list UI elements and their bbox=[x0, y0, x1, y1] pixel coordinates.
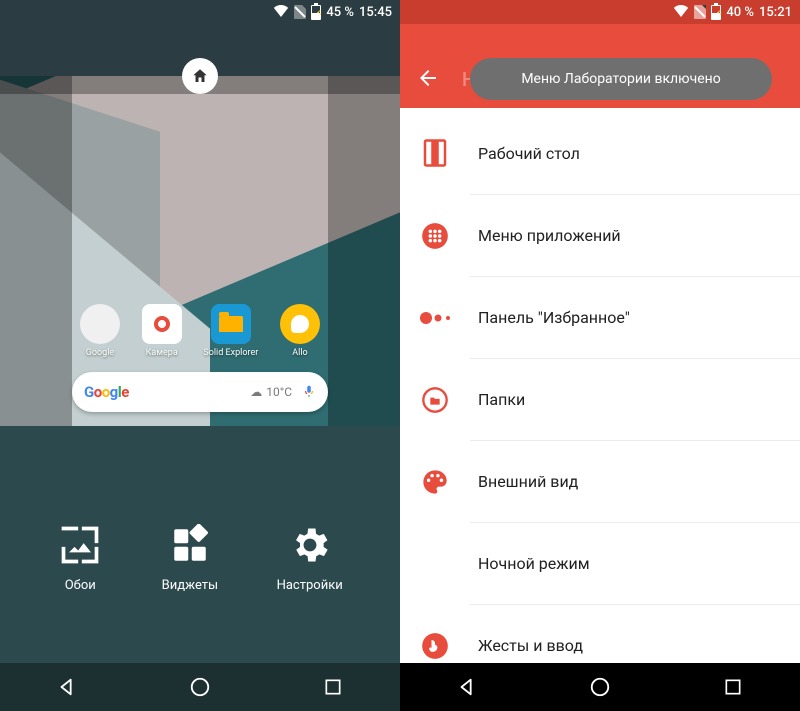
settings-item-label: Внешний вид bbox=[478, 472, 578, 491]
toast-message: Меню Лаборатории включено bbox=[470, 58, 772, 100]
app-allo[interactable]: Allo bbox=[280, 304, 320, 358]
wifi-icon bbox=[673, 4, 689, 21]
back-button[interactable] bbox=[55, 675, 79, 699]
back-arrow-button[interactable] bbox=[416, 66, 440, 94]
settings-item-label: Папки bbox=[478, 390, 525, 409]
google-logo: Google bbox=[84, 383, 129, 401]
settings-item-label: Жесты и ввод bbox=[478, 636, 583, 655]
gear-icon bbox=[287, 522, 333, 568]
app-label: Solid Explorer bbox=[203, 348, 258, 358]
navigation-bar bbox=[400, 663, 800, 711]
folders-icon bbox=[418, 383, 452, 417]
recents-button[interactable] bbox=[321, 675, 345, 699]
settings-item-folders[interactable]: Папки bbox=[470, 358, 800, 440]
weather-chip[interactable]: ☁ 10°C bbox=[250, 385, 292, 399]
settings-list[interactable]: Рабочий стол Меню приложений Панель "Изб… bbox=[400, 108, 800, 686]
settings-item-label: Меню приложений bbox=[478, 226, 621, 245]
google-folder-icon bbox=[80, 304, 120, 344]
widgets-icon bbox=[167, 522, 213, 568]
allo-icon bbox=[280, 304, 320, 344]
settings-item-dock[interactable]: Панель "Избранное" bbox=[470, 276, 800, 358]
wifi-icon bbox=[273, 4, 289, 21]
wallpaper-button[interactable]: Обои bbox=[57, 522, 103, 593]
settings-item-app-drawer[interactable]: Меню приложений bbox=[470, 194, 800, 276]
app-label: Google bbox=[86, 348, 114, 358]
home-button[interactable] bbox=[188, 675, 212, 699]
app-label: Камера bbox=[146, 348, 178, 358]
back-button[interactable] bbox=[455, 675, 479, 699]
battery-percent: 45 % bbox=[326, 5, 354, 20]
camera-icon bbox=[142, 304, 182, 344]
settings-item-night-mode[interactable]: Ночной режим bbox=[470, 522, 800, 604]
cloud-icon: ☁ bbox=[250, 385, 262, 399]
widgets-button[interactable]: Виджеты bbox=[162, 522, 218, 593]
home-indicator-button[interactable] bbox=[182, 58, 218, 94]
no-sim-icon bbox=[694, 5, 706, 19]
desktop-preview[interactable]: Google Камера Soli bbox=[0, 76, 400, 426]
app-camera[interactable]: Камера bbox=[142, 304, 182, 358]
recents-button[interactable] bbox=[721, 675, 745, 699]
settings-item-label: Панель "Избранное" bbox=[478, 308, 630, 327]
app-solid-explorer[interactable]: Solid Explorer bbox=[203, 304, 258, 358]
app-label: Allo bbox=[292, 348, 307, 358]
clock: 15:45 bbox=[359, 5, 392, 20]
action-label: Обои bbox=[65, 578, 96, 593]
status-bar: ⚡ 40 % 15:21 bbox=[400, 0, 800, 24]
nova-settings-screen: ⚡ 40 % 15:21 Настройки Nova Меню Лаборат… bbox=[400, 0, 800, 711]
battery-icon: ⚡ bbox=[711, 5, 721, 20]
wallpaper-icon bbox=[57, 522, 103, 568]
settings-button[interactable]: Настройки bbox=[277, 522, 343, 593]
left-page-hint[interactable] bbox=[0, 76, 72, 426]
action-label: Настройки bbox=[277, 578, 343, 593]
mic-icon[interactable] bbox=[302, 383, 316, 402]
right-page-hint[interactable] bbox=[328, 76, 400, 426]
google-search-bar[interactable]: Google ☁ 10°C bbox=[72, 372, 328, 412]
home-button[interactable] bbox=[588, 675, 612, 699]
battery-icon: ⚡ bbox=[311, 5, 321, 20]
action-label: Виджеты bbox=[162, 578, 218, 593]
clock: 15:21 bbox=[759, 5, 792, 20]
home-icon bbox=[191, 67, 209, 85]
app-bar: Настройки Nova Меню Лаборатории включено bbox=[400, 24, 800, 108]
desktop-icon bbox=[418, 136, 452, 170]
navigation-bar bbox=[0, 663, 400, 711]
app-drawer-icon bbox=[418, 219, 452, 253]
no-sim-icon bbox=[294, 5, 306, 19]
moon-icon bbox=[418, 547, 452, 581]
palette-icon bbox=[418, 465, 452, 499]
solid-explorer-icon bbox=[211, 304, 251, 344]
dock-icon bbox=[418, 301, 452, 335]
app-google-folder[interactable]: Google bbox=[80, 304, 120, 358]
settings-item-label: Рабочий стол bbox=[478, 144, 580, 163]
settings-item-label: Ночной режим bbox=[478, 554, 590, 573]
home-editor-screen: ⚡ 45 % 15:45 bbox=[0, 0, 400, 711]
editor-actions: Обои Виджеты Настройки bbox=[0, 452, 400, 663]
battery-percent: 40 % bbox=[726, 5, 754, 20]
settings-item-desktop[interactable]: Рабочий стол bbox=[400, 112, 800, 194]
settings-item-appearance[interactable]: Внешний вид bbox=[470, 440, 800, 522]
status-bar: ⚡ 45 % 15:45 bbox=[0, 0, 400, 24]
gestures-icon bbox=[418, 629, 452, 663]
